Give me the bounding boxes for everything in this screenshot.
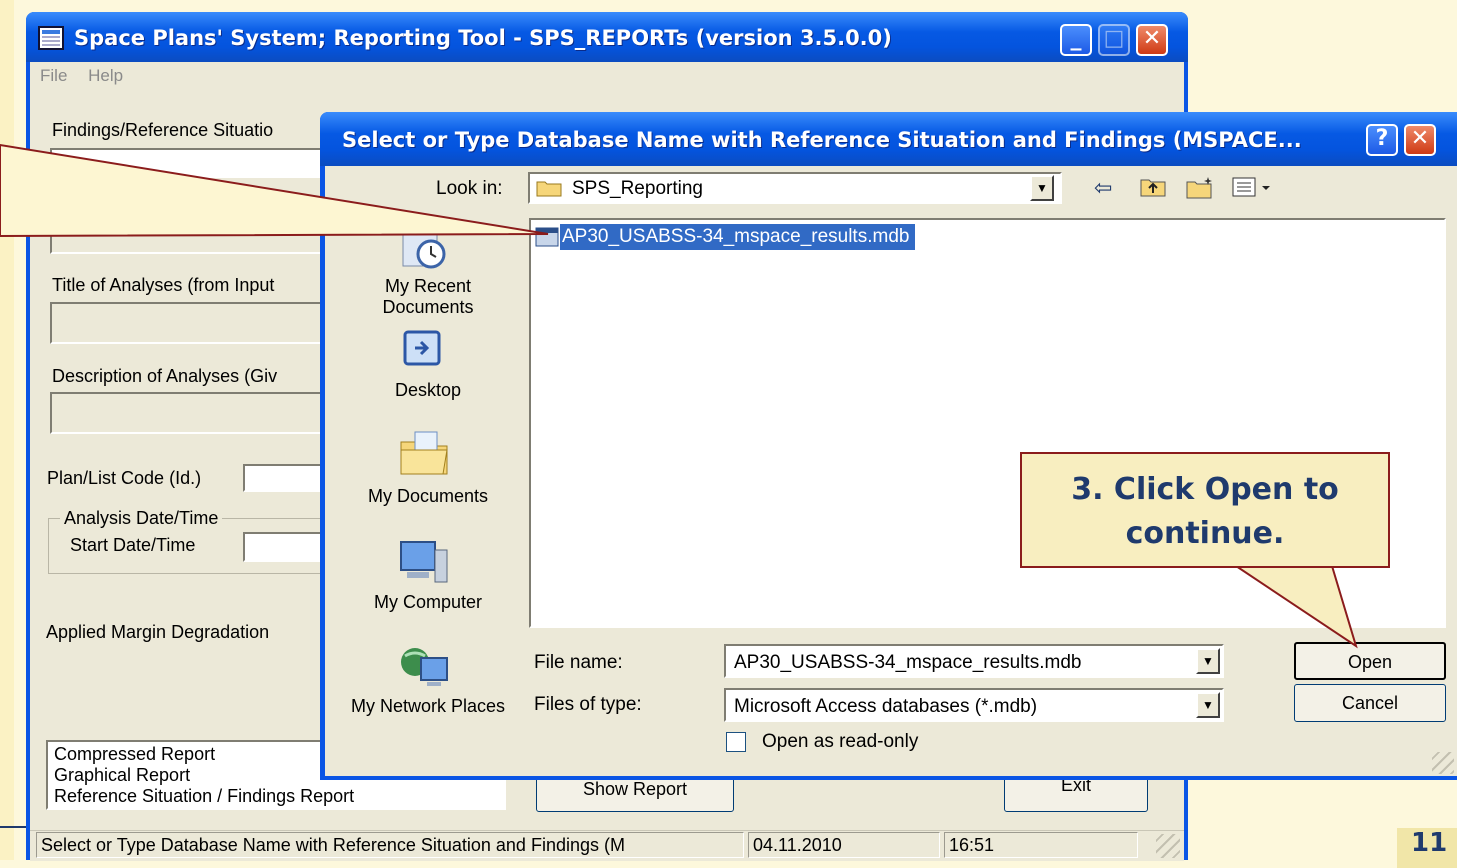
callout-pointers [0, 143, 1358, 649]
instruction-callout: 3. Click Open to continue. [1020, 452, 1390, 568]
open-callout-pointer [1232, 565, 1358, 649]
left-callout-pointer [0, 143, 549, 238]
